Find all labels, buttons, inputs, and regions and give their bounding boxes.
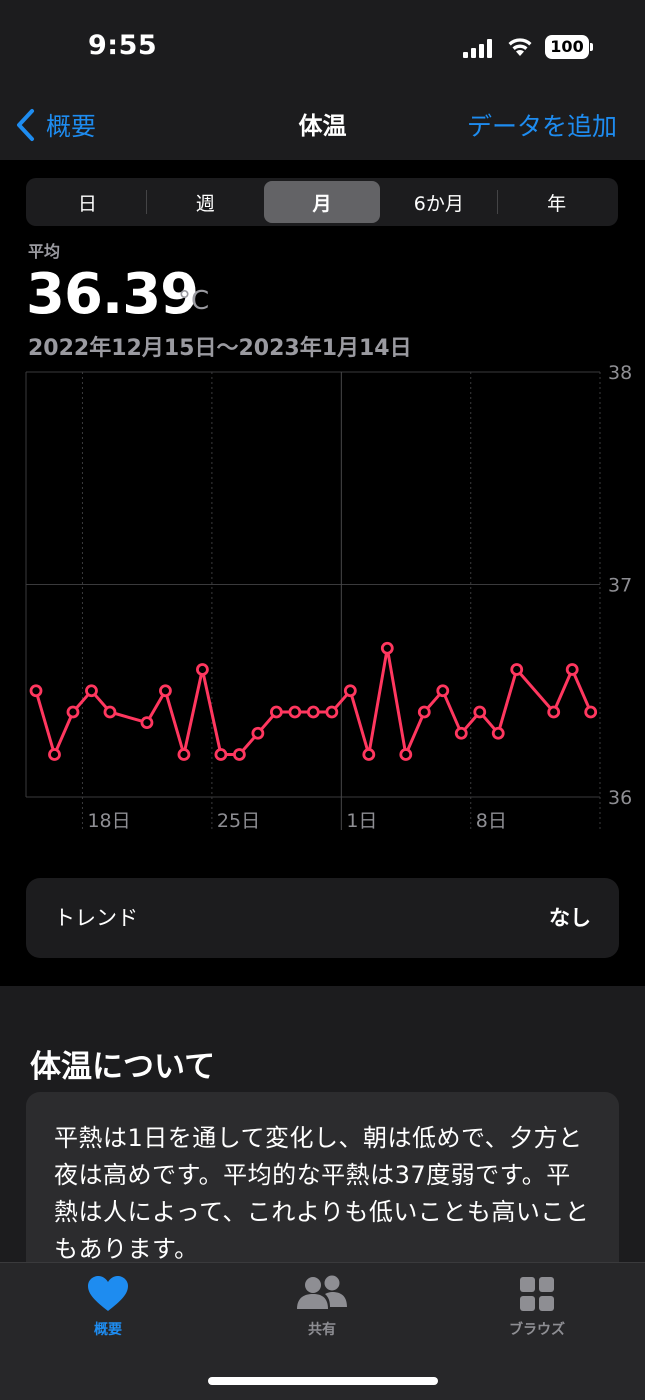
cellular-signal-icon (463, 38, 495, 58)
temperature-data-point (417, 705, 431, 719)
x-axis-tick-label: 18日 (87, 810, 130, 832)
grid-icon (520, 1277, 554, 1311)
people-icon (297, 1275, 347, 1309)
segment-year[interactable]: 年 (498, 181, 615, 223)
temperature-data-point (473, 705, 487, 719)
temperature-data-point (399, 748, 413, 761)
temperature-data-point (510, 663, 524, 676)
temperature-data-point (288, 705, 302, 719)
date-range: 2022年12月15日〜2023年1月14日 (28, 336, 412, 361)
average-unit: °C (178, 286, 210, 316)
tab-summary[interactable]: 概要 (48, 1275, 168, 1339)
temperature-data-point (454, 726, 468, 740)
temperature-data-point (362, 748, 376, 761)
segment-day[interactable]: 日 (29, 181, 146, 223)
temperature-data-point (177, 748, 191, 761)
tab-summary-label: 概要 (94, 1322, 122, 1338)
average-label: 平均 (28, 242, 61, 261)
trend-label: トレンド (54, 906, 138, 930)
temperature-data-point (584, 705, 598, 719)
segment-6-months[interactable]: 6か月 (380, 181, 497, 223)
trend-value: なし (549, 906, 591, 930)
temperature-data-point (251, 726, 265, 740)
status-time: 9:55 (88, 30, 158, 61)
tab-browse[interactable]: ブラウズ (477, 1275, 597, 1339)
tab-browse-label: ブラウズ (509, 1322, 565, 1338)
tab-sharing[interactable]: 共有 (262, 1275, 382, 1339)
trend-card[interactable]: トレンド なし (26, 878, 619, 958)
temperature-series-line (34, 646, 593, 756)
temperature-data-point (29, 684, 43, 698)
temperature-data-point (140, 716, 154, 730)
temperature-data-point (103, 705, 117, 719)
temperature-data-point (380, 641, 394, 655)
temperature-data-point (85, 684, 98, 698)
y-axis-tick-label: 38 (608, 362, 632, 384)
temperature-data-point (306, 705, 320, 719)
home-indicator (208, 1377, 438, 1385)
tab-sharing-label: 共有 (308, 1322, 336, 1338)
about-text: 平熱は1日を通して変化し、朝は低めで、夕方と夜は高めです。平均的な平熱は37度弱… (54, 1124, 590, 1263)
temperature-data-point (159, 684, 172, 698)
temperature-data-point (547, 705, 561, 719)
x-axis-tick-label: 1日 (346, 810, 377, 832)
time-range-segmented-control: 日 週 月 6か月 年 (26, 178, 618, 226)
temperature-data-point (48, 748, 61, 761)
y-axis-tick-label: 36 (608, 787, 632, 809)
temperature-data-point (269, 705, 283, 719)
temperature-data-point (66, 705, 80, 719)
temperature-data-point (214, 748, 228, 761)
average-value: 36.39 (26, 262, 199, 327)
status-bar: 9:55 100 (0, 0, 645, 100)
temperature-data-point (325, 705, 339, 719)
add-data-button[interactable]: データを追加 (467, 107, 617, 143)
temperature-data-point (491, 726, 505, 740)
navigation-bar: 概要 体温 データを追加 (0, 100, 645, 160)
temperature-data-point (436, 684, 450, 698)
temperature-data-point (196, 663, 209, 676)
battery-icon: 100 (545, 35, 589, 59)
about-title: 体温について (30, 1049, 216, 1085)
y-axis-tick-label: 37 (608, 575, 632, 597)
segment-month[interactable]: 月 (263, 181, 381, 223)
temperature-data-point (343, 684, 357, 698)
x-axis-tick-label: 8日 (476, 810, 507, 832)
temperature-data-point (565, 663, 579, 676)
heart-icon (88, 1276, 128, 1311)
x-axis-tick-label: 25日 (217, 810, 260, 832)
segment-week[interactable]: 週 (147, 181, 264, 223)
temperature-data-point (232, 748, 246, 761)
battery-cap (590, 43, 593, 51)
wifi-icon (508, 38, 532, 56)
temperature-chart[interactable]: 38 37 36 18日 25日 1日 8日 (0, 360, 645, 840)
